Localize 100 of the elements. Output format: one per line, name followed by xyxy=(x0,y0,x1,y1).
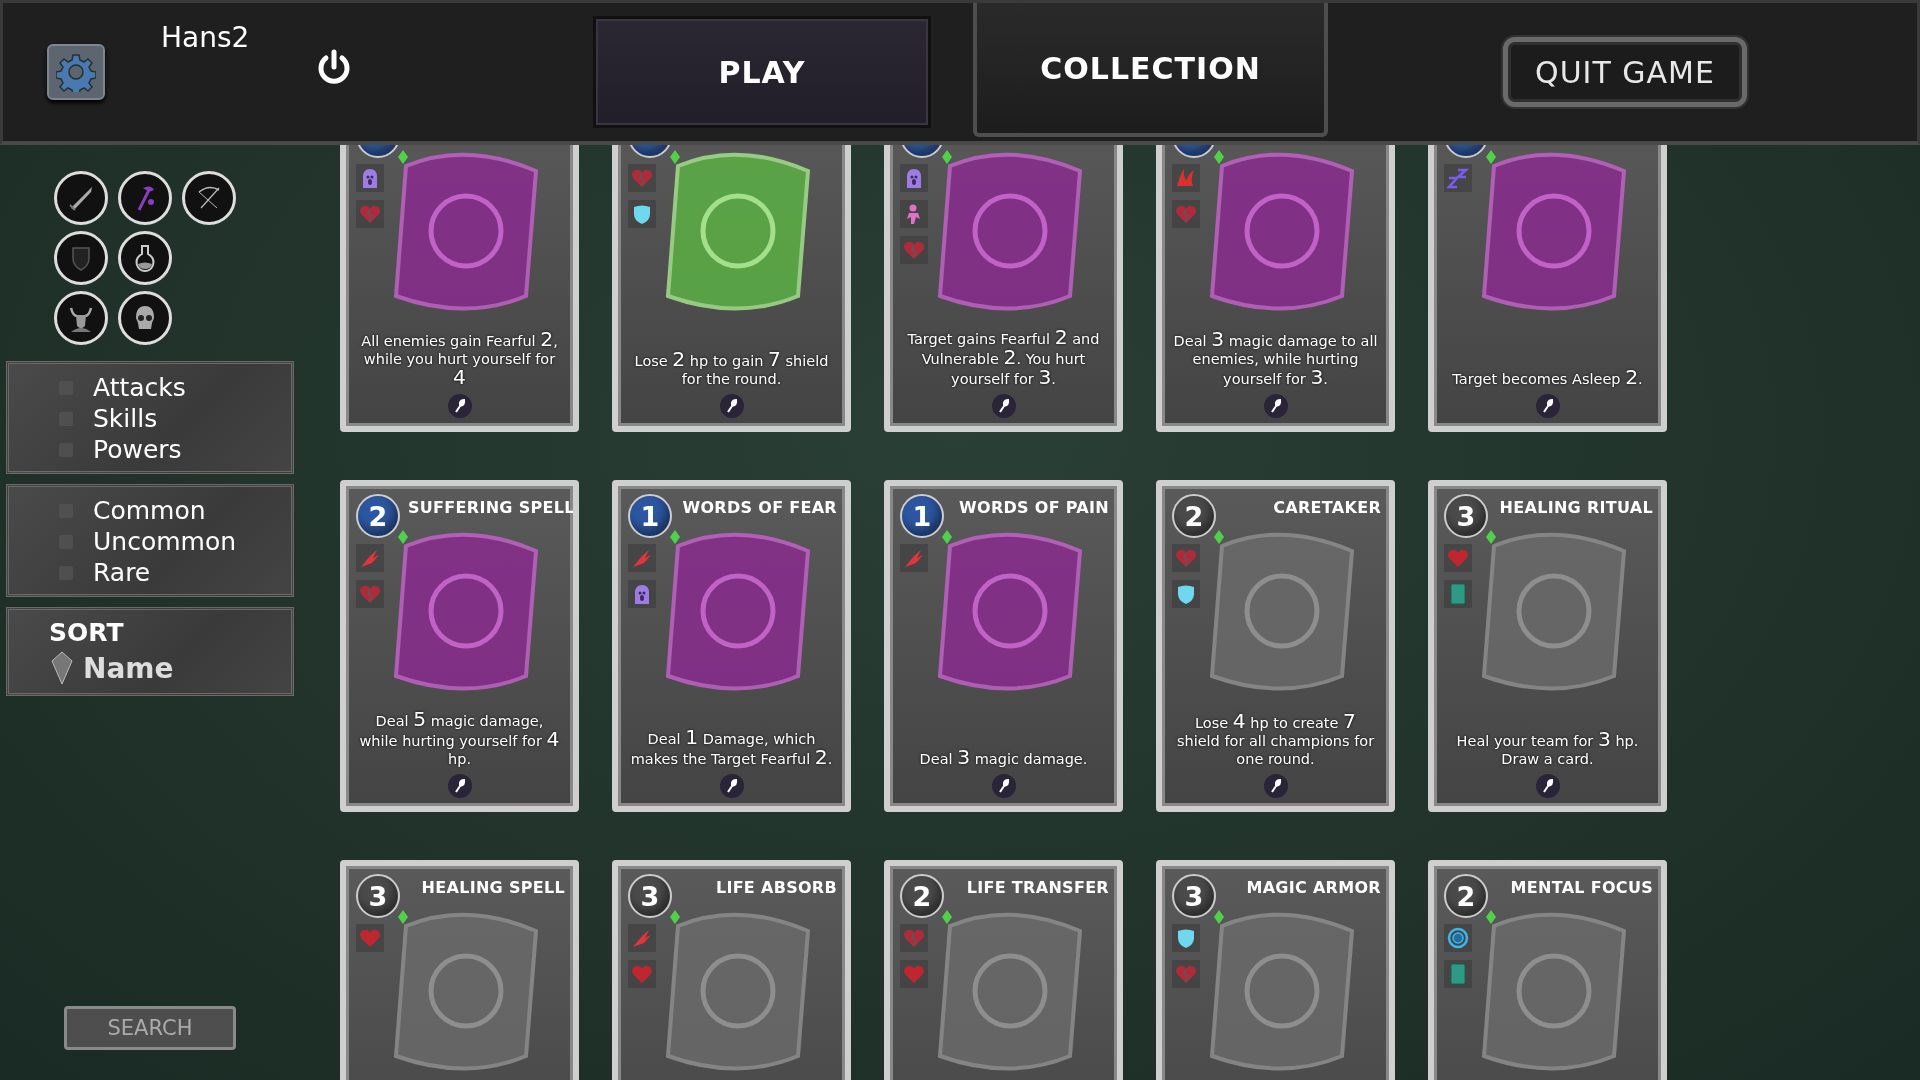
card[interactable]: 3 LIFE ABSORB xyxy=(612,860,851,1080)
feather-icon xyxy=(991,394,1016,418)
gem-icon xyxy=(398,530,408,544)
claw-icon xyxy=(628,924,656,952)
feather-icon xyxy=(1535,394,1560,418)
feather-icon xyxy=(447,774,472,798)
sleep-icon xyxy=(1444,164,1472,192)
card[interactable]: 3 MAGIC ARMOR xyxy=(1156,860,1395,1080)
gem-icon xyxy=(670,150,680,164)
card[interactable]: 2 MENTAL FOCUS xyxy=(1428,860,1667,1080)
cost-orb: 3 xyxy=(628,874,672,918)
ghost-icon xyxy=(356,164,384,192)
ring-icon xyxy=(1444,924,1472,952)
card-description: Deal 3 magic damage. xyxy=(918,748,1089,768)
cost-orb: 3 xyxy=(356,874,400,918)
feather-icon xyxy=(447,394,472,418)
feather-icon xyxy=(991,774,1016,798)
filter-checkbox[interactable]: Rare xyxy=(59,557,291,588)
card[interactable]: 1 WORDS OF FEAR Deal 1 Damage, which makes the Target Fearful 2. xyxy=(612,480,851,812)
claw-icon xyxy=(900,544,928,572)
shield-icon xyxy=(628,200,656,228)
diamond-icon xyxy=(51,651,73,685)
ghost-icon xyxy=(628,580,656,608)
card[interactable]: 3 HEALING SPELL xyxy=(340,860,579,1080)
feather-icon xyxy=(719,394,744,418)
class-filter-button[interactable] xyxy=(54,171,108,225)
cost-orb: 2 xyxy=(1444,874,1488,918)
settings-button[interactable] xyxy=(47,44,105,100)
card[interactable]: 3 HEALING RITUAL Heal your team for 3 hp. Draw a card. xyxy=(1428,480,1667,812)
card-icon xyxy=(1444,580,1472,608)
feather-icon xyxy=(1263,774,1288,798)
class-filter-button[interactable] xyxy=(54,291,108,345)
cost-orb: 2 xyxy=(900,874,944,918)
claw-icon xyxy=(628,544,656,572)
feather-icon xyxy=(1263,394,1288,418)
gem-icon xyxy=(670,530,680,544)
card-title: CARETAKER xyxy=(1272,497,1381,517)
card-description: Lose 4 hp to create 7 shield for all champions for one round. xyxy=(1175,712,1376,768)
quit-button[interactable]: QUIT GAME xyxy=(1503,37,1747,107)
card[interactable]: 2 LIFE TRANSFER xyxy=(884,860,1123,1080)
gem-icon xyxy=(1486,910,1496,924)
sort-title: SORT xyxy=(49,618,125,647)
card-description: All enemies gain Fearful 2, while you hurt yourself for 4 xyxy=(360,330,559,388)
figure-icon xyxy=(900,200,928,228)
gem-icon xyxy=(1486,150,1496,164)
cost-orb: 1 xyxy=(900,494,944,538)
filter-checkbox[interactable]: Skills xyxy=(59,403,291,434)
class-filter-button[interactable] xyxy=(118,291,172,345)
gem-icon xyxy=(1486,530,1496,544)
cost-orb: 3 xyxy=(1172,874,1216,918)
shield-icon xyxy=(1172,924,1200,952)
filter-checkbox[interactable]: Powers xyxy=(59,434,291,465)
class-filter-button[interactable] xyxy=(54,231,108,285)
card[interactable]: Target gains Fearful 2 and Vulnerable 2. You hurt yourself for 3. xyxy=(884,145,1123,432)
card[interactable]: 1 WORDS OF PAIN Deal 3 magic damage. xyxy=(884,480,1123,812)
card-description: Deal 3 magic damage to all enemies, while hurting yourself for 3. xyxy=(1172,330,1379,388)
card-title: LIFE TRANSFER xyxy=(965,877,1109,897)
gem-icon xyxy=(1214,910,1224,924)
gem-icon xyxy=(398,150,408,164)
card-description: Heal your team for 3 hp. Draw a card. xyxy=(1455,730,1640,768)
filter-checkbox[interactable]: Common xyxy=(59,495,291,526)
class-filter-button[interactable] xyxy=(118,171,172,225)
gem-icon xyxy=(1214,150,1224,164)
card-description: Target gains Fearful 2 and Vulnerable 2. You hurt yourself for 3. xyxy=(906,328,1101,388)
filter-checkbox[interactable]: Attacks xyxy=(59,372,291,403)
card-title: MENTAL FOCUS xyxy=(1509,877,1653,897)
card[interactable]: 2 CARETAKER Lose 4 hp to create 7 shield for all champions for one round. xyxy=(1156,480,1395,812)
filter-checkbox[interactable]: Uncommon xyxy=(59,526,291,557)
card-description: Target becomes Asleep 2. xyxy=(1451,368,1644,388)
card-title: MAGIC ARMOR xyxy=(1245,877,1381,897)
cost-orb: 3 xyxy=(1444,494,1488,538)
nav-tab[interactable]: PLAY xyxy=(593,16,931,128)
card-title: WORDS OF PAIN xyxy=(958,497,1109,517)
player-name: Hans2 xyxy=(161,21,251,54)
cost-orb: 1 xyxy=(628,494,672,538)
card[interactable]: Deal 3 magic damage to all enemies, while hurting yourself for 3. xyxy=(1156,145,1395,432)
gem-icon xyxy=(942,150,952,164)
gem-icon xyxy=(942,530,952,544)
flame-icon xyxy=(1172,164,1200,192)
card[interactable]: All enemies gain Fearful 2, while you hurt yourself for 4 xyxy=(340,145,579,432)
card[interactable]: Lose 2 hp to gain 7 shield for the round. xyxy=(612,145,851,432)
gem-icon xyxy=(398,910,408,924)
gem-icon xyxy=(1214,530,1224,544)
card-description: Lose 2 hp to gain 7 shield for the round. xyxy=(633,350,830,388)
card[interactable]: Target becomes Asleep 2. xyxy=(1428,145,1667,432)
card-title: WORDS OF FEAR xyxy=(681,497,837,517)
nav-tab[interactable]: COLLECTION xyxy=(973,3,1328,137)
card-icon xyxy=(1444,960,1472,988)
gem-icon xyxy=(942,910,952,924)
sort-value[interactable]: Name xyxy=(83,651,174,685)
shield-icon xyxy=(1172,580,1200,608)
cost-orb: 2 xyxy=(1172,494,1216,538)
feather-icon xyxy=(719,774,744,798)
card-description: Deal 5 magic damage, while hurting yourself for 4 hp. xyxy=(358,710,561,768)
card-title: HEALING RITUAL xyxy=(1498,497,1653,517)
search-button[interactable]: SEARCH xyxy=(64,1006,236,1050)
claw-icon xyxy=(356,544,384,572)
card-description: Deal 1 Damage, which makes the Target Fearful 2. xyxy=(629,728,834,768)
class-filter-button[interactable] xyxy=(182,171,236,225)
class-filter-button[interactable] xyxy=(118,231,172,285)
